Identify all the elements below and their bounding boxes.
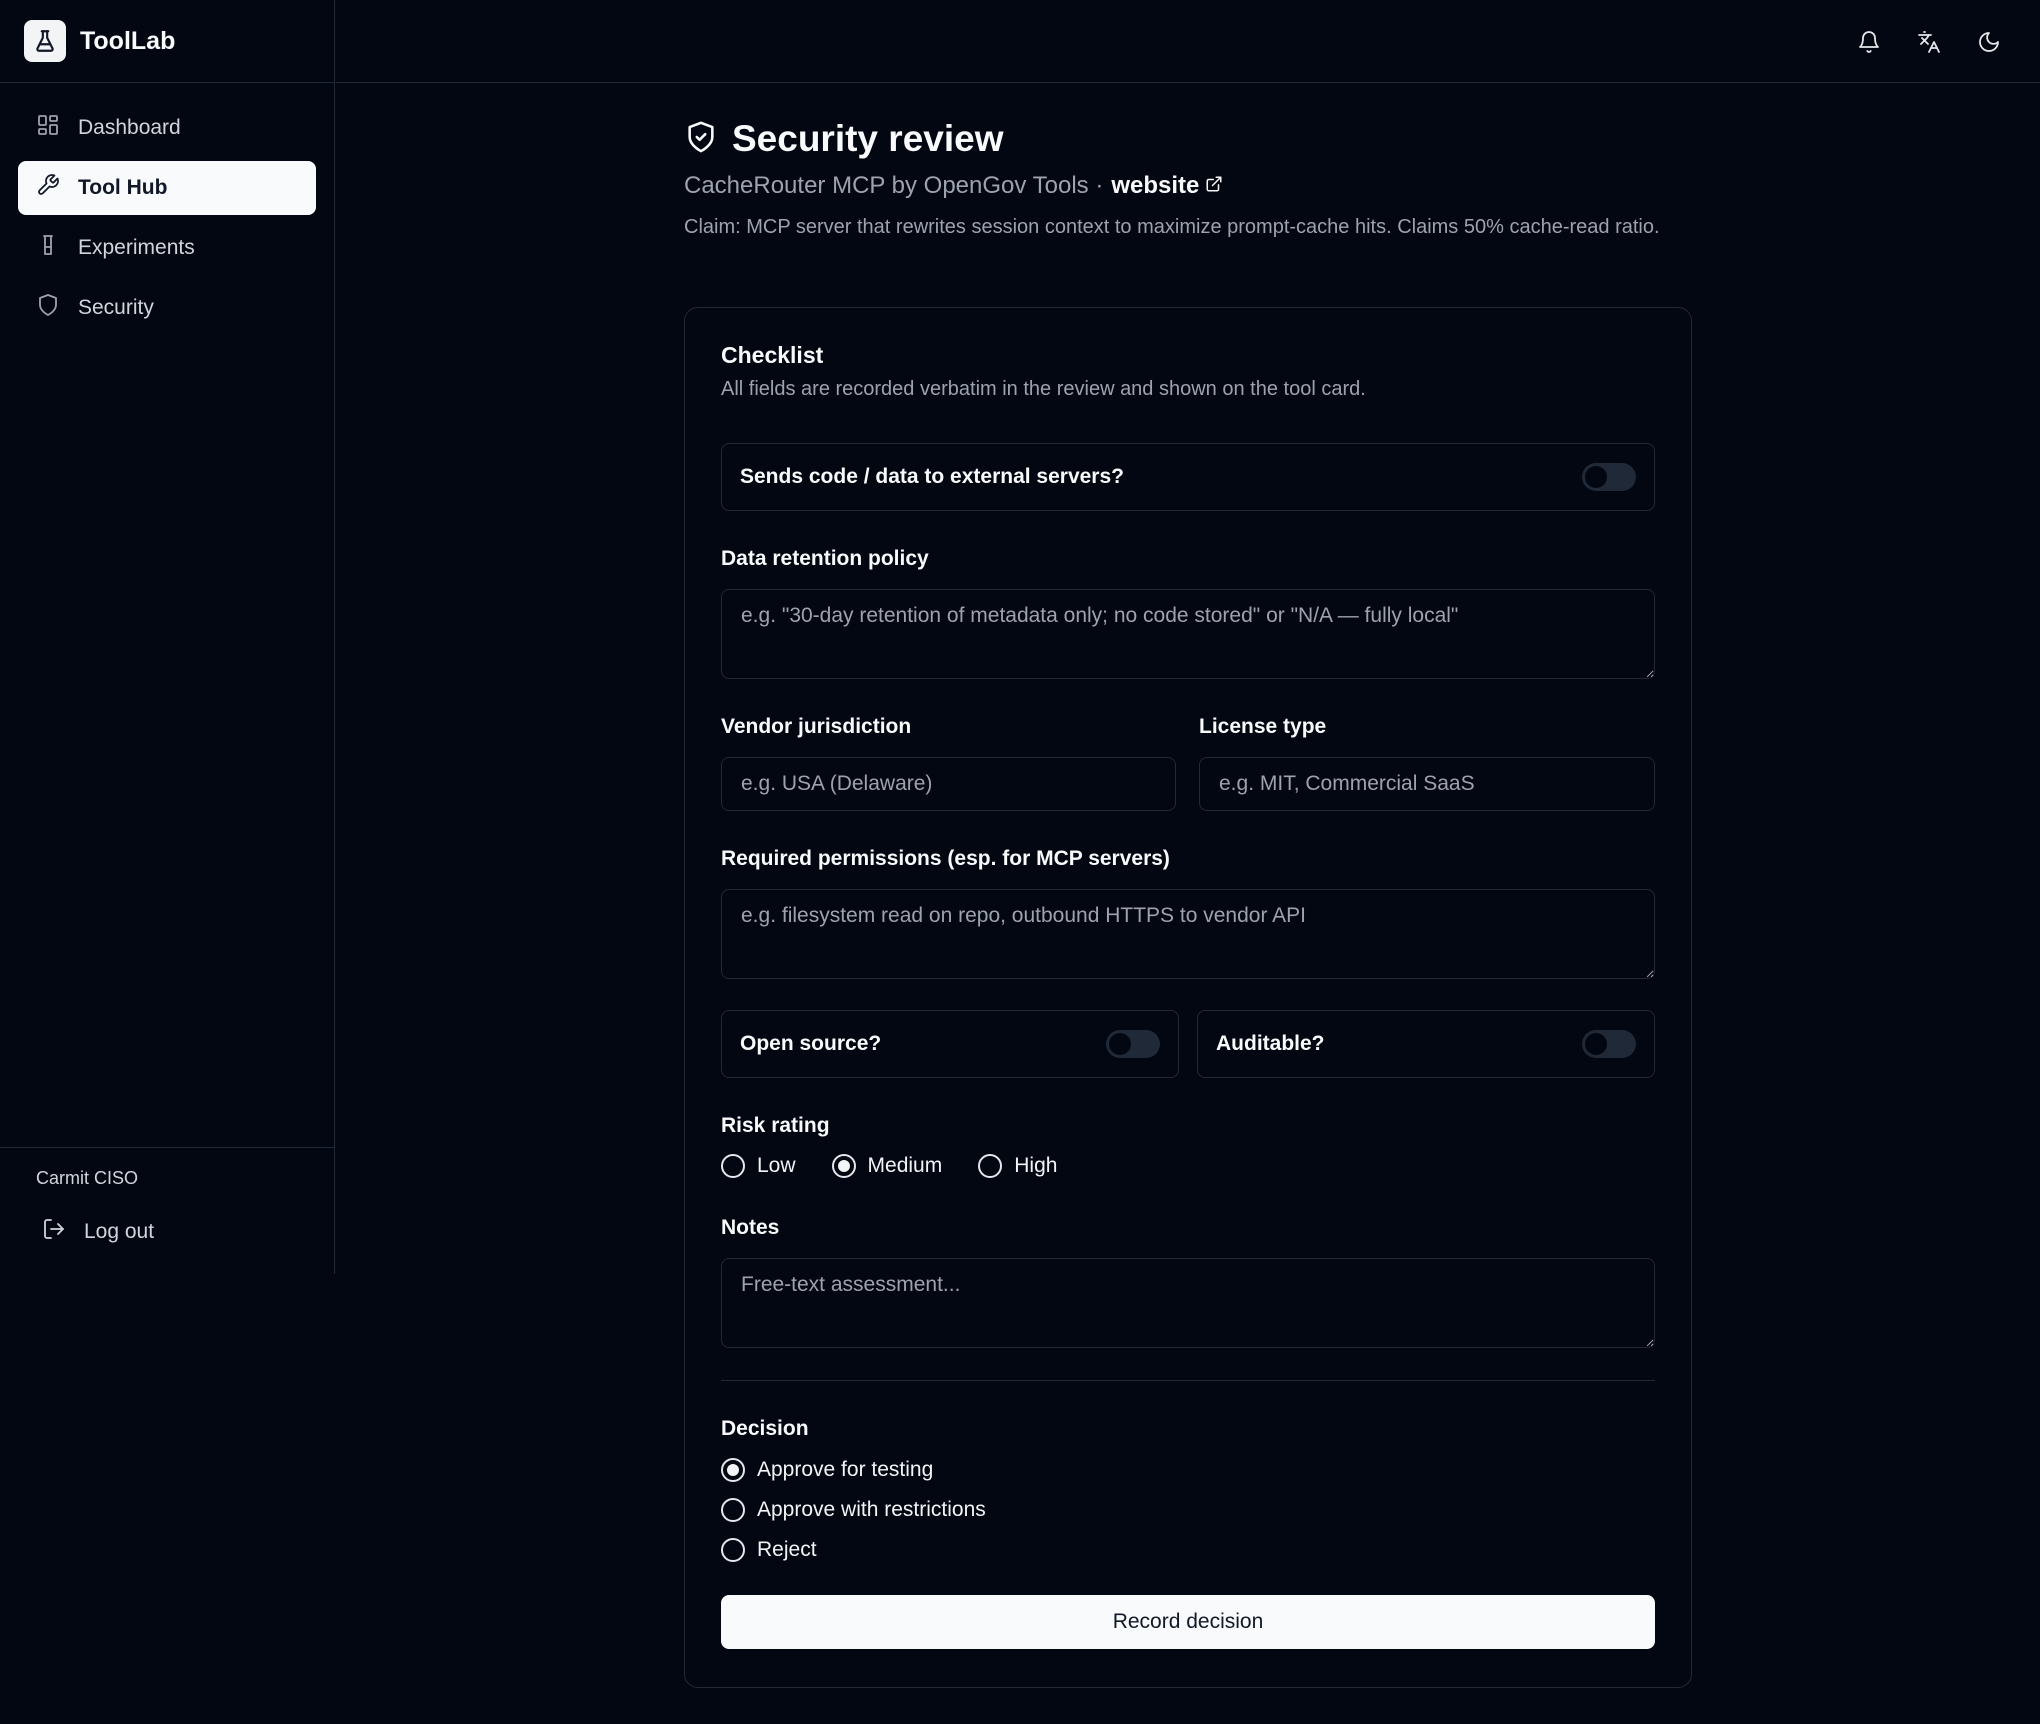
retention-textarea[interactable]	[721, 589, 1655, 679]
risk-option-medium[interactable]: Medium	[831, 1154, 943, 1178]
radio-button-selected[interactable]	[721, 1458, 745, 1482]
page-title: Security review	[732, 118, 1004, 159]
app: ToolLab Dashboard Tool Hub Experiments S…	[0, 0, 2040, 1724]
risk-option-high[interactable]: High	[978, 1154, 1057, 1178]
checklist-title: Checklist	[721, 342, 824, 368]
tool-claim: Claim: MCP server that rewrites session …	[684, 216, 1660, 238]
radio-label: Reject	[757, 1538, 817, 1561]
sends-data-label: Sends code / data to external servers?	[740, 465, 1124, 488]
sidebar-item-label: Experiments	[78, 236, 195, 259]
flask-icon	[36, 233, 60, 263]
record-decision-button[interactable]: Record decision	[721, 1595, 1655, 1649]
permissions-textarea[interactable]	[721, 889, 1655, 979]
sidebar-item-label: Security	[78, 296, 154, 319]
sends-data-row: Sends code / data to external servers?	[721, 443, 1655, 511]
page-subtitle: CacheRouter MCP by OpenGov Tools · websi…	[684, 172, 1692, 200]
sidebar-item-dashboard[interactable]: Dashboard	[18, 101, 316, 155]
jurisdiction-label: Vendor jurisdiction	[721, 715, 912, 738]
sidebar-item-tool-hub[interactable]: Tool Hub	[18, 161, 316, 215]
open-source-toggle[interactable]	[1106, 1030, 1160, 1058]
notes-label: Notes	[721, 1216, 780, 1239]
brand-name: ToolLab	[80, 26, 176, 55]
logout-icon	[42, 1217, 66, 1247]
license-label: License type	[1199, 715, 1327, 738]
open-source-label: Open source?	[740, 1032, 882, 1055]
decision-option-reject[interactable]: Reject	[721, 1538, 986, 1562]
logout-button[interactable]: Log out	[36, 1217, 334, 1247]
title-row: Security review	[684, 118, 1692, 160]
topbar	[336, 0, 2040, 83]
external-link-icon	[1205, 172, 1223, 200]
retention-label: Data retention policy	[721, 547, 929, 570]
auditable-toggle[interactable]	[1582, 1030, 1636, 1058]
radio-button[interactable]	[721, 1538, 745, 1562]
auditable-label: Auditable?	[1216, 1032, 1325, 1055]
sidebar-item-experiments[interactable]: Experiments	[18, 221, 316, 275]
checklist-description: All fields are recorded verbatim in the …	[721, 378, 1366, 400]
website-link[interactable]: website	[1111, 172, 1223, 200]
checklist-card: Checklist All fields are recorded verbat…	[684, 307, 1692, 1688]
sidebar-nav: Dashboard Tool Hub Experiments Security	[0, 83, 334, 335]
divider	[721, 1380, 1655, 1381]
radio-label: Low	[757, 1154, 796, 1177]
decision-radio-group: Approve for testing Approve with restric…	[721, 1458, 986, 1578]
radio-button[interactable]	[721, 1154, 745, 1178]
auditable-row: Auditable?	[1197, 1010, 1655, 1078]
radio-label: Approve with restrictions	[757, 1498, 986, 1521]
radio-button[interactable]	[978, 1154, 1003, 1178]
sidebar-item-security[interactable]: Security	[18, 281, 316, 335]
flask-logo-icon	[24, 20, 66, 62]
bell-icon[interactable]	[1855, 28, 1883, 56]
radio-label: Approve for testing	[757, 1458, 934, 1481]
wrench-icon	[36, 173, 60, 203]
shield-icon	[36, 293, 60, 323]
radio-label: High	[1014, 1154, 1058, 1177]
permissions-label: Required permissions (esp. for MCP serve…	[721, 847, 1170, 870]
sends-data-toggle[interactable]	[1582, 463, 1636, 491]
main-content: Security review CacheRouter MCP by OpenG…	[684, 118, 1692, 1688]
subtitle-text: CacheRouter MCP by OpenGov Tools ·	[684, 172, 1104, 199]
jurisdiction-input[interactable]	[721, 757, 1176, 811]
sidebar-item-label: Dashboard	[78, 116, 181, 139]
notes-textarea[interactable]	[721, 1258, 1655, 1348]
decision-label: Decision	[721, 1417, 809, 1440]
decision-option-approve-testing[interactable]: Approve for testing	[721, 1458, 986, 1482]
shield-check-icon	[684, 120, 718, 159]
user-name: Carmit CISO	[36, 1168, 139, 1188]
radio-label: Medium	[867, 1154, 943, 1177]
website-label: website	[1111, 172, 1200, 199]
radio-button[interactable]	[721, 1498, 745, 1522]
brand[interactable]: ToolLab	[0, 0, 334, 83]
license-input[interactable]	[1199, 757, 1655, 811]
risk-label: Risk rating	[721, 1114, 830, 1137]
dashboard-icon	[36, 113, 60, 143]
sidebar-item-label: Tool Hub	[78, 176, 168, 199]
moon-icon[interactable]	[1975, 28, 2003, 56]
risk-radio-group: Low Medium High	[721, 1154, 1057, 1178]
radio-button-selected[interactable]	[831, 1154, 856, 1178]
risk-option-low[interactable]: Low	[721, 1154, 796, 1178]
translate-icon[interactable]	[1915, 28, 1943, 56]
decision-option-approve-restrictions[interactable]: Approve with restrictions	[721, 1498, 986, 1522]
sidebar-footer: Carmit CISO Log out	[0, 1147, 334, 1247]
logout-label: Log out	[84, 1220, 155, 1243]
sidebar: ToolLab Dashboard Tool Hub Experiments S…	[0, 0, 335, 1274]
open-source-row: Open source?	[721, 1010, 1179, 1078]
